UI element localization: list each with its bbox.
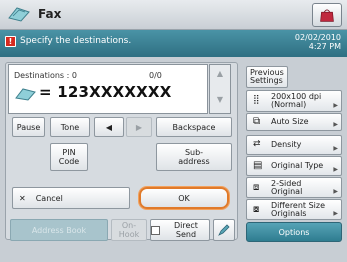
page-title: Fax (38, 7, 62, 21)
fax-icon (8, 7, 30, 22)
density-icon: ⇄ (253, 139, 261, 149)
title-bar: Fax (0, 0, 347, 30)
subaddress-line1: Sub- (184, 148, 204, 157)
arrow-icon: ▶ (333, 102, 338, 109)
close-icon: ✕ (19, 193, 26, 203)
scroll-down-button[interactable]: ▼ (213, 95, 227, 109)
auto-size-label: Auto Size (271, 117, 309, 126)
cancel-button[interactable]: ✕ Cancel (12, 187, 130, 209)
two-sided-button[interactable]: ⧈ 2-Sided Original ▶ (246, 177, 342, 198)
pause-button[interactable]: Pause (12, 117, 45, 137)
size-icon: ⧉ (253, 116, 261, 127)
subaddress-button[interactable]: Sub- address (156, 143, 232, 171)
density-label: Density (271, 140, 302, 149)
two-sided-text: 2-Sided Original (271, 179, 303, 196)
previous-settings-label: Previous Settings (250, 68, 284, 85)
original-type-button[interactable]: ▤ Original Type ▶ (246, 156, 342, 176)
destination-field[interactable]: Destinations : 0 0/0 = 123XXXXXXX (8, 64, 208, 114)
address-book-button[interactable]: Address Book (10, 219, 108, 241)
previous-settings-button[interactable]: Previous Settings (246, 66, 288, 88)
resolution-icon: ⣿ (253, 95, 260, 105)
checkbox-icon (151, 225, 160, 235)
date-time: 02/02/2010 4:27 PM (295, 33, 341, 51)
time-text: 4:27 PM (308, 42, 341, 51)
date-text: 02/02/2010 (294, 33, 341, 42)
different-size-button[interactable]: ⧇ Different Size Originals ▶ (246, 199, 342, 220)
pin-line2: Code (58, 157, 80, 166)
monitor-button[interactable] (213, 219, 235, 241)
subaddress-line2: address (178, 157, 210, 166)
arrow-icon: ▶ (333, 210, 338, 217)
warning-icon: ! (5, 36, 16, 47)
diff-size-line2: Originals (271, 208, 307, 218)
ok-button[interactable]: OK (139, 187, 229, 209)
two-sided-line2: Original (271, 186, 303, 196)
arrow-icon: ▶ (333, 166, 338, 173)
arrow-icon: ▶ (333, 121, 338, 128)
direct-send-button[interactable]: Direct Send (150, 219, 210, 241)
footer-bar (0, 246, 347, 262)
on-hook-button[interactable]: On-Hook (111, 219, 147, 241)
original-type-label: Original Type (271, 161, 324, 170)
auto-size-button[interactable]: ⧉ Auto Size ▶ (246, 113, 342, 131)
fax-number-input: = 123XXXXXXX (39, 83, 172, 101)
bag-icon (320, 9, 334, 22)
original-type-icon: ▤ (253, 160, 263, 171)
arrow-icon: ▶ (333, 145, 338, 152)
cancel-label: Cancel (35, 193, 63, 203)
tone-button[interactable]: Tone (50, 117, 90, 137)
favorites-button[interactable] (312, 3, 342, 27)
pen-icon (218, 224, 230, 236)
cursor-right-button[interactable]: ▶ (126, 117, 152, 137)
two-sided-icon: ⧈ (253, 181, 260, 193)
cursor-left-button[interactable]: ◀ (94, 117, 124, 137)
pin-line1: PIN (62, 148, 76, 157)
status-message: Specify the destinations. (20, 36, 132, 46)
arrow-left-icon: ◀ (105, 122, 113, 132)
message-bar: ! Specify the destinations. 02/02/2010 4… (0, 30, 347, 57)
resolution-button[interactable]: ⣿ 200x100 dpi (Normal) ▶ (246, 90, 342, 112)
backspace-button[interactable]: Backspace (156, 117, 232, 137)
options-button[interactable]: Options (246, 222, 342, 242)
destination-scroll: ▲ ▼ (209, 64, 231, 114)
resolution-text: 200x100 dpi (Normal) (271, 93, 321, 109)
arrow-icon: ▶ (333, 188, 338, 195)
different-size-text: Different Size Originals (271, 201, 325, 218)
direct-send-label: Direct Send (173, 221, 198, 239)
different-size-icon: ⧇ (253, 203, 260, 215)
density-button[interactable]: ⇄ Density ▶ (246, 135, 342, 155)
destination-counter: 0/0 (149, 71, 162, 80)
arrow-right-icon: ▶ (135, 122, 143, 132)
scroll-up-button[interactable]: ▲ (213, 69, 227, 83)
fax-number-icon (15, 88, 36, 101)
resolution-line2: (Normal) (271, 100, 307, 109)
pin-code-button[interactable]: PIN Code (50, 143, 88, 171)
destinations-label: Destinations : 0 (14, 71, 77, 80)
